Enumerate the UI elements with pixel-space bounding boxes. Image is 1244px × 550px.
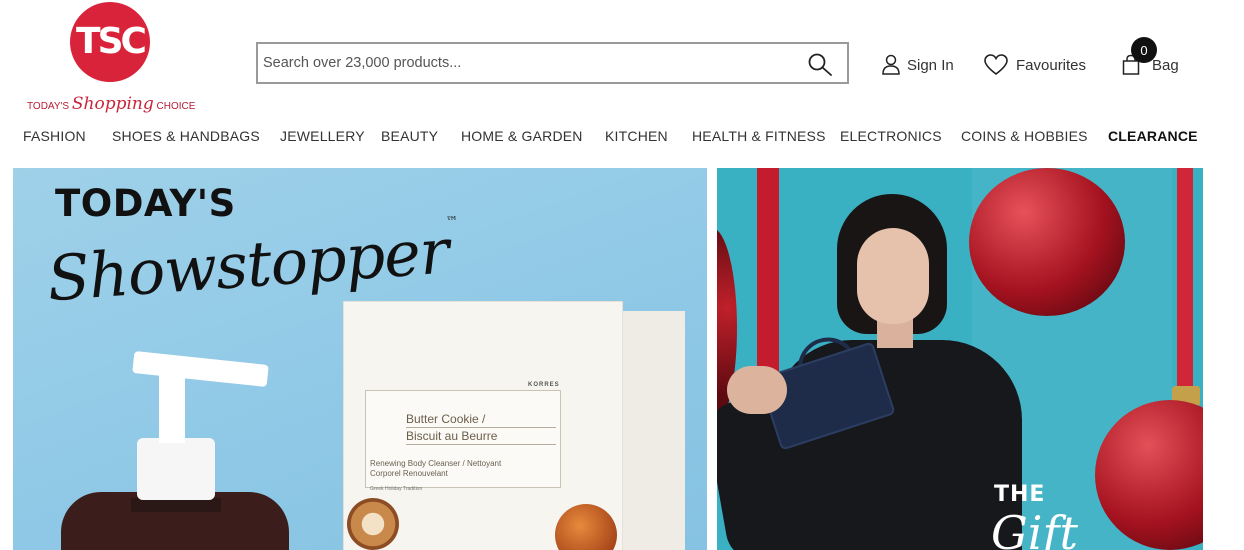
banner-title: TODAY'S [55, 182, 236, 225]
product-name-line1: Butter Cookie / [406, 412, 486, 426]
nav-fashion[interactable]: FASHION [23, 128, 86, 144]
nav-shoes-handbags[interactable]: SHOES & HANDBAGS [112, 128, 260, 144]
product-brand: KORRES [528, 382, 560, 388]
bag-link[interactable]: 0 Bag [1122, 37, 1179, 80]
trademark-symbol: ™ [445, 213, 458, 229]
nav-home-garden[interactable]: HOME & GARDEN [461, 128, 583, 144]
ornament-top [969, 168, 1125, 316]
main-nav: FASHION SHOES & HANDBAGS JEWELLERY BEAUT… [0, 128, 1244, 146]
nav-jewellery[interactable]: JEWELLERY [280, 128, 365, 144]
pump-bottle-collar [137, 438, 215, 500]
pump-bottle-neck [131, 498, 221, 512]
nav-beauty[interactable]: BEAUTY [381, 128, 438, 144]
banner-overlay-the: THE [994, 482, 1046, 507]
nav-electronics[interactable]: ELECTRONICS [840, 128, 942, 144]
pump-bottle-nozzle [132, 351, 269, 387]
search-button[interactable] [807, 52, 833, 76]
model-face [857, 228, 929, 324]
product-description: Renewing Body Cleanser / Nettoyant Corpo… [370, 459, 502, 478]
search-input[interactable] [263, 52, 783, 74]
search-icon [808, 53, 832, 76]
logo-tagline-script: Shopping [71, 94, 154, 114]
gift-banner[interactable]: THE Gift [717, 168, 1203, 550]
heart-icon [984, 54, 1008, 76]
nav-kitchen[interactable]: KITCHEN [605, 128, 668, 144]
model-hand [727, 366, 787, 414]
sign-in-link[interactable]: Sign In [881, 50, 954, 80]
product-rule [406, 444, 556, 445]
product-name-line2: Biscuit au Beurre [406, 429, 498, 443]
user-icon [882, 54, 900, 75]
logo-letters: TSC [76, 21, 147, 62]
product-rule [406, 427, 556, 428]
logo-tagline: TODAY'S Shopping CHOICE [27, 94, 197, 114]
favourites-link[interactable]: Favourites [984, 50, 1086, 80]
favourites-label: Favourites [1016, 56, 1087, 74]
logo-tagline-left: TODAY'S [27, 101, 70, 112]
pump-bottle-stem [159, 368, 185, 443]
tsc-logo[interactable]: TSC TODAY'S Shopping CHOICE [27, 2, 195, 128]
orange-slice-image [347, 498, 399, 550]
nav-health-fitness[interactable]: HEALTH & FITNESS [692, 128, 826, 144]
showstopper-banner[interactable]: TODAY'S Showstopper™ KORRES Butter Cooki… [13, 168, 707, 550]
sign-in-label: Sign In [907, 56, 954, 74]
search-bar [256, 42, 849, 84]
product-box-side [621, 311, 685, 550]
logo-tagline-right: CHOICE [156, 101, 196, 112]
red-ribbon-right [1177, 168, 1193, 408]
nav-coins-hobbies[interactable]: COINS & HOBBIES [961, 128, 1088, 144]
bag-count-badge: 0 [1131, 37, 1157, 63]
banner-overlay-script: Gift [991, 506, 1078, 550]
bag-label: Bag [1152, 56, 1179, 74]
product-subtitle: Greek Holiday Tradition [370, 486, 423, 492]
nav-clearance[interactable]: CLEARANCE [1108, 128, 1198, 144]
